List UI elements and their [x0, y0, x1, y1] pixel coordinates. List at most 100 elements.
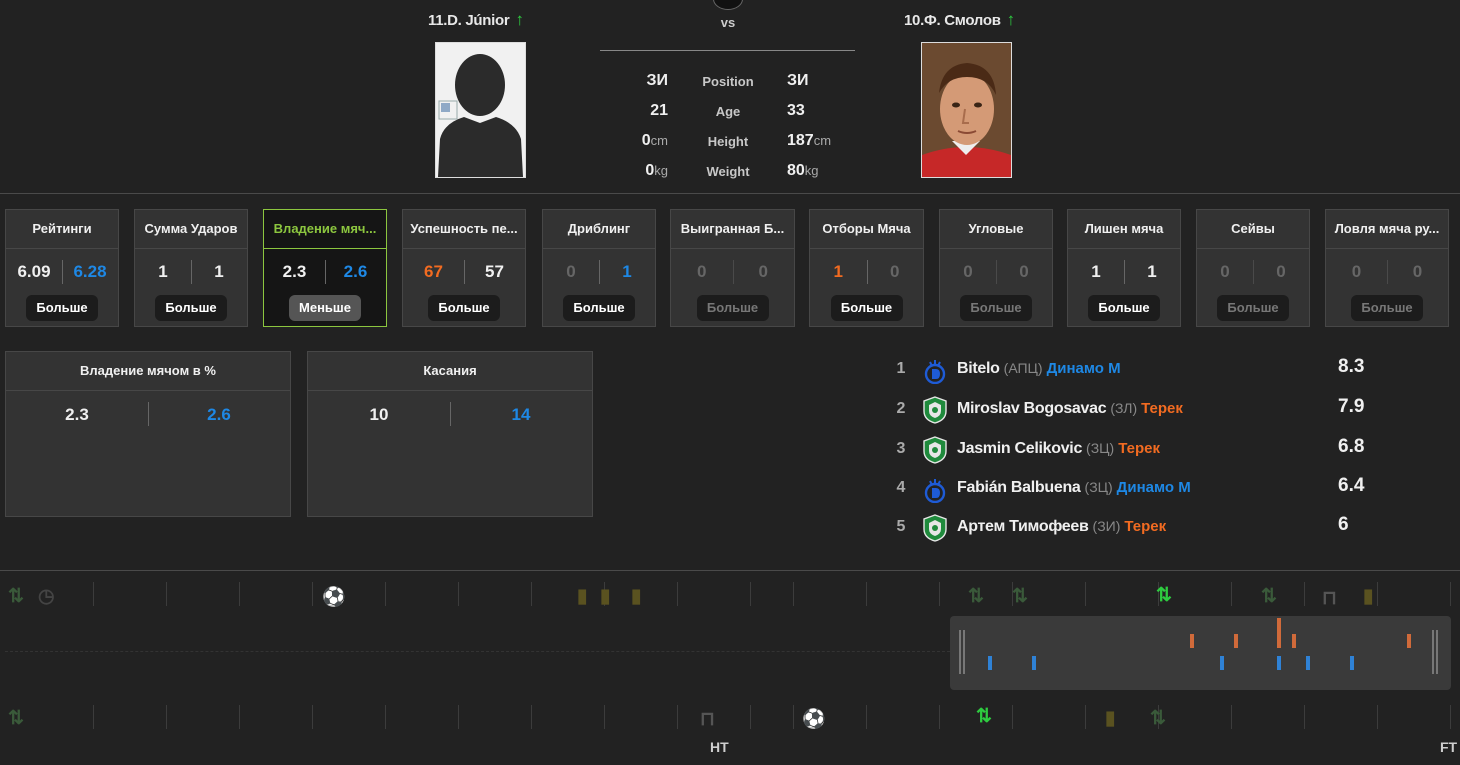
timeline-tick [93, 582, 94, 606]
player-name[interactable]: Артем Тимофеев [957, 518, 1089, 535]
yellow-card-icon[interactable]: ▮ [1105, 707, 1115, 730]
terek-logo-icon [923, 396, 947, 424]
timeline-tick [385, 705, 386, 729]
left-player-name[interactable]: 11.D. Júnior ↑ [428, 10, 524, 30]
top-player-row[interactable]: 3 Jasmin Celikovic (ЗЦ) Терек 6.8 [890, 436, 1380, 468]
touch-bar-right-player [1032, 656, 1036, 670]
timeline-tick [1012, 705, 1013, 729]
player-face-image [922, 43, 1011, 177]
corner-icon[interactable]: ⊓ [1322, 587, 1337, 610]
touch-bar-right-player [1350, 656, 1354, 670]
timeline-tick [793, 582, 794, 606]
stat-card-values: 11 [1068, 249, 1180, 295]
stat-card[interactable]: Угловые 0 0 Больше [939, 209, 1053, 327]
stat-card-title: Сейвы [1197, 210, 1309, 249]
yellow-card-icon[interactable]: ▮ [600, 585, 610, 608]
touch-bar-right-player [1220, 656, 1224, 670]
half-time-label: HT [710, 739, 729, 755]
substitution-icon[interactable]: ⇅ [1012, 585, 1028, 608]
timeline-tick [866, 582, 867, 606]
top-player-row[interactable]: 4 Fabián Balbuena (ЗЦ) Динамо М 6.4 [890, 475, 1380, 507]
comparison-row-height: 0cm Height 187cm [600, 132, 856, 162]
zoom-handle-right[interactable] [1432, 630, 1438, 674]
timeline-tick [458, 582, 459, 606]
more-button[interactable]: Больше [830, 295, 903, 321]
left-value: 1 [833, 262, 843, 281]
player-name[interactable]: Bitelo [957, 360, 1000, 377]
timeline-tick [677, 582, 678, 606]
left-value: 2.3 [282, 262, 307, 281]
top-player-row[interactable]: 2 Miroslav Bogosavac (ЗЛ) Терек 7.9 [890, 396, 1380, 428]
player-name[interactable]: Jasmin Celikovic [957, 440, 1082, 457]
timeline-tick [750, 582, 751, 606]
stat-card-title: Дриблинг [543, 210, 655, 249]
stat-card-values: 00 [940, 249, 1052, 295]
left-value: 0 [566, 262, 576, 281]
clock-icon[interactable]: ◷ [38, 585, 55, 608]
timeline-tick [939, 582, 940, 606]
more-button[interactable]: Больше [563, 295, 635, 321]
less-button[interactable]: Меньше [289, 295, 361, 321]
panel-title: Касания [308, 352, 592, 391]
goal-icon[interactable]: ⚽ [802, 707, 826, 731]
stat-card[interactable]: Сумма Ударов 1 1 Больше [134, 209, 248, 327]
top-player-row[interactable]: 1 Bitelo (АПЦ) Динамо М 8.3 [890, 356, 1380, 388]
substitution-icon[interactable]: ⇅ [1156, 584, 1172, 607]
more-button[interactable]: Больше [960, 295, 1032, 321]
substitution-icon[interactable]: ⇅ [968, 585, 984, 608]
team-name[interactable]: Динамо М [1117, 479, 1191, 496]
timeline-midline [5, 651, 950, 652]
left-value: 2.3 [65, 405, 89, 424]
more-button[interactable]: Больше [26, 295, 98, 321]
yellow-card-icon[interactable]: ▮ [1363, 585, 1373, 608]
rank-number: 4 [896, 479, 906, 496]
stat-card[interactable]: Успешность пе... 67 57 Больше [402, 209, 526, 327]
stat-card-values: 10 [810, 249, 923, 295]
timeline-tick [166, 582, 167, 606]
right-value: 1 [1147, 262, 1157, 281]
arrow-up-icon: ↑ [1006, 10, 1016, 29]
stat-card[interactable]: Владение мяч... 2.3 2.6 Меньше [263, 209, 387, 327]
team-name[interactable]: Терек [1124, 518, 1166, 535]
stat-card[interactable]: Ловля мяча ру... 0 0 Больше [1325, 209, 1449, 327]
yellow-card-icon[interactable]: ▮ [577, 585, 587, 608]
team-name[interactable]: Динамо М [1047, 360, 1121, 377]
stat-card[interactable]: Дриблинг 0 1 Больше [542, 209, 656, 327]
team-name[interactable]: Терек [1118, 440, 1160, 457]
age-label: Age [715, 104, 741, 119]
stat-card[interactable]: Выигранная Б... 0 0 Больше [670, 209, 795, 327]
timeline-zoom-window[interactable] [950, 616, 1451, 690]
more-button[interactable]: Больше [1351, 295, 1423, 321]
player-info: Jasmin Celikovic (ЗЦ) Терек [957, 440, 1160, 458]
stat-card[interactable]: Сейвы 0 0 Больше [1196, 209, 1310, 327]
stat-card[interactable]: Отборы Мяча 1 0 Больше [809, 209, 924, 327]
goal-icon[interactable]: ⚽ [322, 585, 346, 609]
player-name[interactable]: Fabián Balbuena [957, 479, 1081, 496]
more-button[interactable]: Больше [696, 295, 769, 321]
player-name[interactable]: Miroslav Bogosavac [957, 400, 1107, 417]
substitution-icon[interactable]: ⇅ [976, 705, 992, 728]
zoom-handle-left[interactable] [959, 630, 965, 674]
right-value: 57 [485, 262, 504, 281]
stat-card-title: Владение мяч... [264, 210, 386, 249]
stat-card[interactable]: Лишен мяча 1 1 Больше [1067, 209, 1181, 327]
substitution-icon[interactable]: ⇅ [8, 707, 24, 730]
substitution-icon[interactable]: ⇅ [8, 585, 24, 608]
top-player-row[interactable]: 5 Артем Тимофеев (ЗИ) Терек 6 [890, 514, 1380, 546]
stat-card[interactable]: Рейтинги 6.09 6.28 Больше [5, 209, 119, 327]
team-name[interactable]: Терек [1141, 400, 1183, 417]
substitution-icon[interactable]: ⇅ [1261, 585, 1277, 608]
left-value: 0 [1351, 262, 1362, 281]
corner-icon[interactable]: ⊓ [700, 708, 715, 731]
more-button[interactable]: Больше [1217, 295, 1289, 321]
more-button[interactable]: Больше [1088, 295, 1160, 321]
stat-card-values: 67 57 [403, 249, 525, 295]
yellow-card-icon[interactable]: ▮ [631, 585, 641, 608]
right-player-name[interactable]: 10.Ф. Смолов ↑ [904, 10, 1015, 30]
more-button[interactable]: Больше [155, 295, 227, 321]
section-divider [0, 193, 1460, 194]
substitution-icon[interactable]: ⇅ [1150, 707, 1166, 730]
timeline-tick [866, 705, 867, 729]
more-button[interactable]: Больше [428, 295, 500, 321]
right-value: 14 [511, 405, 531, 424]
